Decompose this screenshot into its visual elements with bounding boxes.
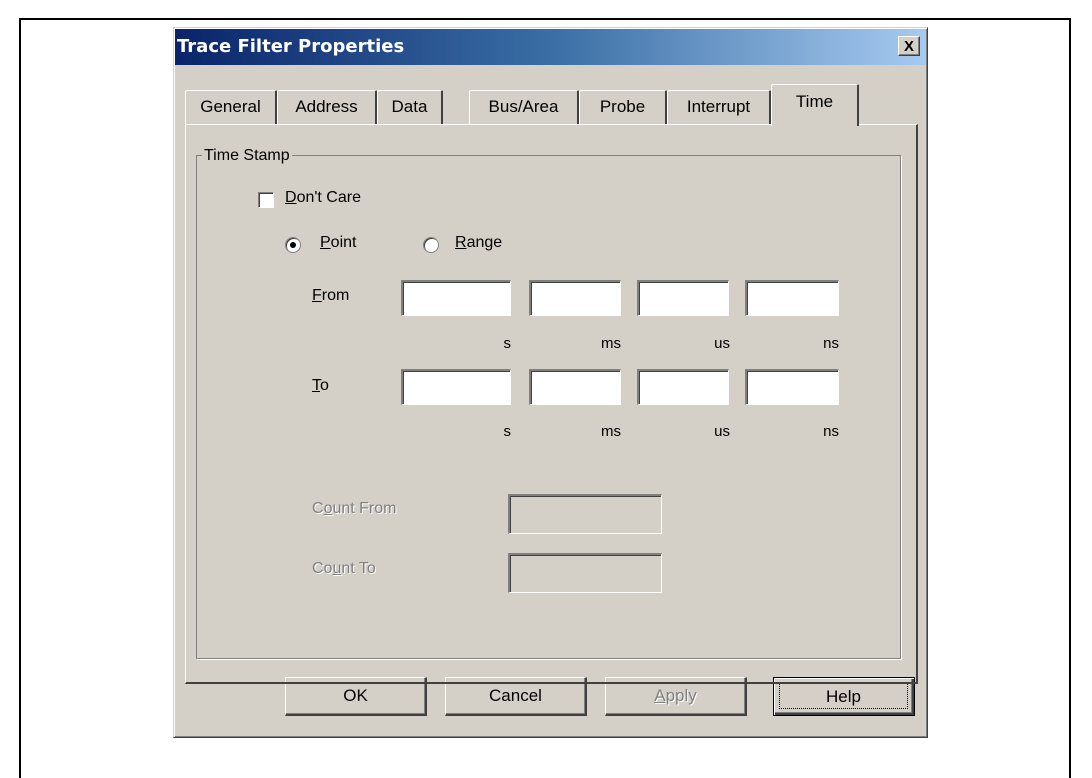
to-mnemonic: T bbox=[312, 377, 320, 394]
tab-data[interactable]: Data bbox=[377, 90, 443, 124]
close-icon: X bbox=[903, 38, 914, 55]
count-to-field[interactable] bbox=[508, 553, 662, 593]
tab-interrupt[interactable]: Interrupt bbox=[667, 90, 771, 124]
tab-general[interactable]: General bbox=[185, 90, 277, 124]
from-unit-us: us bbox=[714, 335, 730, 352]
point-radio[interactable] bbox=[285, 237, 301, 253]
from-unit-s: s bbox=[503, 335, 512, 352]
from-seconds-field[interactable] bbox=[401, 280, 511, 316]
to-seconds-field[interactable] bbox=[401, 369, 511, 405]
count-to-label: Count To bbox=[312, 560, 376, 578]
to-label-rest: o bbox=[320, 377, 329, 394]
from-label: From bbox=[312, 287, 349, 305]
from-mnemonic: F bbox=[312, 287, 322, 304]
tab-bus-area-label: Bus/Area bbox=[488, 97, 559, 116]
range-label-rest: ange bbox=[466, 234, 503, 251]
to-label: To bbox=[312, 377, 329, 395]
tab-address[interactable]: Address bbox=[277, 90, 377, 124]
count-from-label-pre: C bbox=[312, 500, 324, 517]
close-button[interactable]: X bbox=[898, 36, 920, 56]
point-label[interactable]: Point bbox=[320, 234, 356, 252]
tab-bus-area[interactable]: Bus/Area bbox=[469, 90, 579, 124]
to-unit-ms: ms bbox=[601, 423, 621, 440]
tab-time-label: Time bbox=[795, 92, 834, 111]
from-microseconds-field[interactable] bbox=[637, 280, 729, 316]
to-milliseconds-field[interactable] bbox=[529, 369, 621, 405]
from-label-rest: rom bbox=[321, 287, 350, 304]
cancel-button-label: Cancel bbox=[489, 686, 542, 705]
tab-data-label: Data bbox=[391, 97, 428, 116]
dont-care-label[interactable]: Don't Care bbox=[285, 189, 361, 207]
help-button-label: Help bbox=[826, 687, 861, 706]
count-from-label: Count From bbox=[312, 500, 396, 518]
trace-filter-dialog: Trace Filter Properties X General Addres… bbox=[173, 27, 928, 738]
point-label-rest: oint bbox=[330, 234, 357, 251]
time-stamp-group-label: Time Stamp bbox=[202, 147, 292, 165]
range-label[interactable]: Range bbox=[455, 234, 502, 252]
count-from-field[interactable] bbox=[508, 494, 662, 534]
count-to-label-rest: nt To bbox=[341, 560, 376, 577]
tab-address-label: Address bbox=[295, 97, 358, 116]
ok-button-label: OK bbox=[343, 686, 368, 705]
count-to-label-pre: Co bbox=[312, 560, 333, 577]
to-nanoseconds-field[interactable] bbox=[745, 369, 839, 405]
dont-care-mnemonic: D bbox=[285, 189, 297, 206]
to-unit-ns: ns bbox=[823, 423, 839, 440]
tab-probe-label: Probe bbox=[599, 97, 646, 116]
from-milliseconds-field[interactable] bbox=[529, 280, 621, 316]
to-unit-s: s bbox=[503, 423, 512, 440]
count-from-label-rest: unt From bbox=[332, 500, 397, 517]
dont-care-label-rest: on't Care bbox=[296, 189, 361, 206]
to-unit-us: us bbox=[714, 423, 730, 440]
range-mnemonic: R bbox=[455, 234, 467, 251]
apply-mnemonic: A bbox=[654, 686, 666, 705]
dont-care-checkbox[interactable] bbox=[258, 192, 274, 208]
help-focus-rect: Help bbox=[779, 683, 908, 709]
point-mnemonic: P bbox=[320, 234, 331, 251]
tab-time[interactable]: Time bbox=[771, 84, 859, 126]
from-nanoseconds-field[interactable] bbox=[745, 280, 839, 316]
radio-selected-dot bbox=[290, 242, 296, 248]
apply-button-label-rest: pply bbox=[665, 686, 697, 705]
range-radio[interactable] bbox=[423, 237, 439, 253]
tab-interrupt-label: Interrupt bbox=[686, 97, 751, 116]
tab-probe[interactable]: Probe bbox=[579, 90, 667, 124]
from-unit-ns: ns bbox=[823, 335, 839, 352]
from-unit-ms: ms bbox=[601, 335, 621, 352]
title-bar[interactable]: Trace Filter Properties X bbox=[175, 29, 926, 65]
dialog-title: Trace Filter Properties bbox=[177, 36, 405, 57]
to-microseconds-field[interactable] bbox=[637, 369, 729, 405]
tab-general-label: General bbox=[200, 97, 261, 116]
